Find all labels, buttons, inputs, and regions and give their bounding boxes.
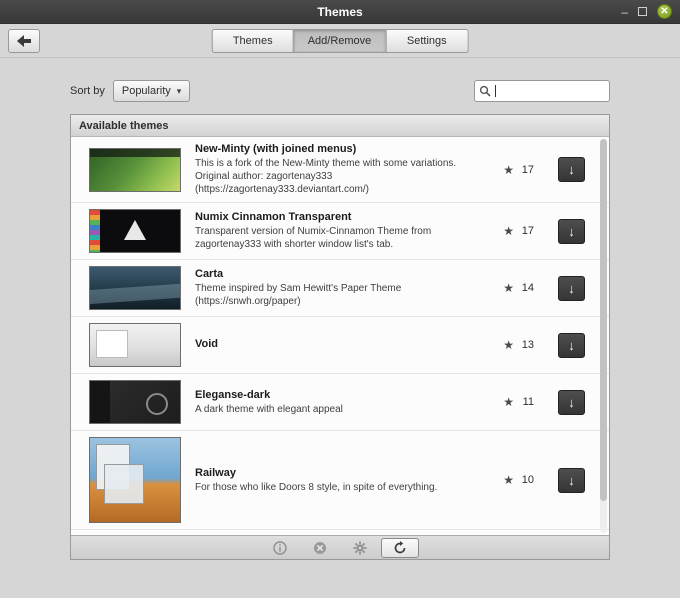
theme-description: Theme inspired by Sam Hewitt's Paper The… (195, 282, 489, 308)
theme-description: This is a fork of the New-Minty theme wi… (195, 157, 489, 196)
tab-themes[interactable]: Themes (212, 29, 294, 53)
theme-title: Eleganse-dark (195, 389, 489, 401)
theme-thumbnail (89, 323, 181, 367)
theme-title: Numix Cinnamon Transparent (195, 211, 489, 223)
star-icon: ★ (503, 473, 514, 487)
star-icon: ★ (503, 224, 514, 238)
theme-title: Carta (195, 268, 489, 280)
theme-title: Void (195, 338, 489, 350)
sort-dropdown-value: Popularity (122, 85, 171, 97)
scrollbar-thumb[interactable] (600, 139, 607, 501)
maximize-button[interactable] (638, 7, 647, 16)
available-themes-panel: Available themes New-Minty (with joined … (70, 114, 610, 560)
themes-window: Themes – ✕ Themes Add/Remove Settings So… (0, 0, 680, 598)
toolbar: Themes Add/Remove Settings (0, 24, 680, 58)
thumbnail-window (104, 464, 144, 504)
download-icon: ↓ (568, 162, 575, 177)
titlebar: Themes – ✕ (0, 0, 680, 24)
star-count: 17 (518, 164, 534, 176)
download-button[interactable]: ↓ (558, 333, 585, 358)
star-count: 10 (518, 474, 534, 486)
download-button[interactable]: ↓ (558, 157, 585, 182)
download-button[interactable]: ↓ (558, 276, 585, 301)
bottom-toolbar (71, 535, 609, 559)
chevron-down-icon: ▾ (177, 86, 182, 97)
list-item[interactable]: Numix Cinnamon Transparent Transparent v… (71, 203, 609, 260)
theme-thumbnail (89, 209, 181, 253)
sort-by-label: Sort by (70, 85, 105, 97)
uninstall-button[interactable] (301, 538, 339, 558)
theme-thumbnail (89, 266, 181, 310)
arch-logo (124, 220, 146, 240)
theme-thumbnail (89, 380, 181, 424)
download-icon: ↓ (568, 281, 575, 296)
star-count: 11 (518, 396, 534, 408)
theme-title: New-Minty (with joined menus) (195, 143, 489, 155)
tab-settings[interactable]: Settings (386, 29, 468, 53)
close-circle-icon (313, 541, 327, 555)
close-button[interactable]: ✕ (657, 4, 672, 19)
list-item[interactable]: Void ★ 13 ↓ (71, 317, 609, 374)
refresh-icon (393, 541, 407, 555)
gear-icon (353, 541, 367, 555)
list-item[interactable]: New-Minty (with joined menus) This is a … (71, 137, 609, 203)
scrollbar[interactable] (600, 139, 607, 533)
search-box[interactable] (474, 80, 610, 102)
back-arrow-icon (17, 35, 31, 47)
star-icon: ★ (503, 395, 514, 409)
download-icon: ↓ (568, 473, 575, 488)
list-item[interactable]: Eleganse-dark A dark theme with elegant … (71, 374, 609, 431)
theme-thumbnail (89, 437, 181, 523)
theme-thumbnail (89, 148, 181, 192)
list-item[interactable]: Carta Theme inspired by Sam Hewitt's Pap… (71, 260, 609, 317)
info-icon (273, 541, 287, 555)
back-button[interactable] (8, 29, 40, 53)
window-title: Themes (0, 5, 680, 19)
tab-add-remove[interactable]: Add/Remove (294, 29, 387, 53)
titlebar-controls: – ✕ (621, 4, 680, 19)
tab-bar: Themes Add/Remove Settings (212, 29, 469, 53)
download-icon: ↓ (568, 338, 575, 353)
content-area: Sort by Popularity ▾ Available themes (0, 58, 680, 560)
download-button[interactable]: ↓ (558, 468, 585, 493)
sort-dropdown[interactable]: Popularity ▾ (113, 80, 190, 102)
star-count: 14 (518, 282, 534, 294)
thumbnail-stripes (90, 210, 100, 252)
star-count: 13 (518, 339, 534, 351)
star-icon: ★ (503, 163, 514, 177)
minimize-button[interactable]: – (621, 6, 628, 18)
star-icon: ★ (503, 338, 514, 352)
refresh-button[interactable] (381, 538, 419, 558)
star-count: 17 (518, 225, 534, 237)
themes-list: New-Minty (with joined menus) This is a … (71, 137, 609, 535)
panel-header: Available themes (71, 115, 609, 137)
download-icon: ↓ (568, 395, 575, 410)
star-icon: ★ (503, 281, 514, 295)
download-icon: ↓ (568, 224, 575, 239)
filter-row: Sort by Popularity ▾ (70, 80, 610, 102)
list-item[interactable]: Railway For those who like Doors 8 style… (71, 431, 609, 530)
search-input[interactable] (500, 85, 600, 97)
info-button[interactable] (261, 538, 299, 558)
download-button[interactable]: ↓ (558, 390, 585, 415)
theme-description: A dark theme with elegant appeal (195, 403, 489, 416)
theme-description: For those who like Doors 8 style, in spi… (195, 481, 489, 494)
settings-button[interactable] (341, 538, 379, 558)
theme-title: Railway (195, 467, 489, 479)
search-icon (479, 85, 491, 97)
thumbnail-sidebar (90, 381, 110, 423)
download-button[interactable]: ↓ (558, 219, 585, 244)
text-caret (495, 85, 496, 97)
theme-description: Transparent version of Numix-Cinnamon Th… (195, 225, 489, 251)
